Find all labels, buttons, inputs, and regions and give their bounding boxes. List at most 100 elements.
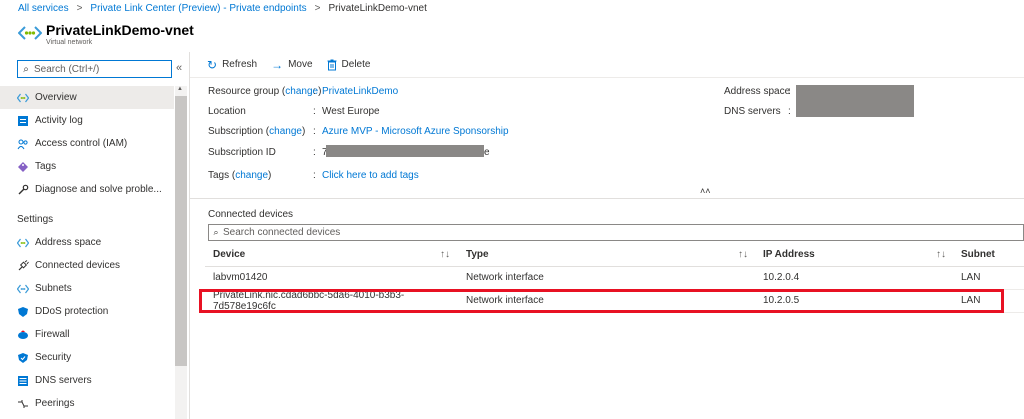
subscription-label: Subscription [208,126,264,137]
sidebar-item-label: Peerings [35,398,75,409]
sidebar-scrollbar[interactable]: ▲ [175,86,187,419]
scrollbar-thumb[interactable] [175,96,187,366]
breadcrumb-private-link-center[interactable]: Private Link Center (Preview) - Private … [90,3,306,18]
cell-ip: 10.2.0.4 [758,266,956,290]
scroll-up-icon[interactable]: ▲ [177,86,183,92]
column-header-label: Type [466,249,489,261]
delete-button[interactable]: Delete [327,59,370,71]
trash-icon [327,59,337,70]
sidebar-item-label: Connected devices [35,260,121,271]
refresh-button[interactable]: ↻ Refresh [207,58,257,72]
subscription-value[interactable]: Azure MVP - Microsoft Azure Sponsorship [322,126,509,137]
column-header-type[interactable]: Type ↑↓ [460,244,758,267]
sidebar-search-input[interactable] [34,63,166,75]
sort-icon[interactable]: ↑↓ [738,249,748,260]
sidebar-item-overview[interactable]: Overview [0,86,174,109]
colon: : [313,170,316,181]
search-icon: ⌕ [213,227,219,237]
collapse-sidebar-icon[interactable]: « [176,62,182,74]
move-button[interactable]: → Move [271,58,312,72]
connected-devices-search-input[interactable] [223,227,1003,238]
sidebar-item-label: Activity log [35,115,83,126]
sidebar-item-label: Overview [35,92,77,103]
resource-group-value[interactable]: PrivateLinkDemo [322,86,398,97]
location-value: West Europe [322,106,380,117]
sort-icon[interactable]: ↑↓ [440,249,450,260]
column-header-label: IP Address [763,249,815,261]
table-header-row: Device ↑↓ Type ↑↓ IP Address ↑↓ Subnet [205,244,1024,267]
colon: : [788,86,791,97]
dns-icon [18,375,28,386]
people-icon [17,139,28,149]
sidebar-item-label: DDoS protection [35,306,109,317]
column-header-subnet[interactable]: Subnet [956,244,1024,267]
sidebar: ⌕ « Overview Activity log Access control… [0,52,190,419]
column-header-device[interactable]: Device ↑↓ [205,244,460,267]
dns-servers-label: DNS servers [724,106,781,117]
sidebar-item-ddos-protection[interactable]: DDoS protection [0,300,174,323]
sidebar-search[interactable]: ⌕ [17,60,172,78]
refresh-icon: ↻ [207,57,218,72]
tags-label-wrap: Tags (change) [208,170,272,181]
highlight-annotation-box [199,289,1004,313]
resource-header: PrivateLinkDemo-vnet Virtual network [0,18,1024,50]
sidebar-item-subnets[interactable]: Subnets [0,277,174,300]
breadcrumb: All services > Private Link Center (Prev… [0,0,1024,18]
address-space-redaction [796,85,914,117]
wrench-icon [18,184,29,194]
connected-devices-title: Connected devices [208,209,294,220]
sidebar-item-address-space[interactable]: Address space [0,231,174,254]
search-icon: ⌕ [23,63,29,75]
resource-group-label: Resource group [208,86,280,97]
colon: : [788,106,791,117]
peering-icon [18,399,28,408]
breadcrumb-current: PrivateLinkDemo-vnet [328,3,427,14]
sidebar-item-dns-servers[interactable]: DNS servers [0,369,174,392]
sidebar-item-label: DNS servers [35,375,92,386]
sidebar-item-label: Address space [35,237,102,248]
colon: : [313,147,316,158]
cell-type: Network interface [460,266,758,290]
sidebar-item-diagnose[interactable]: Diagnose and solve proble... [0,178,174,201]
firewall-icon [18,330,28,339]
activity-log-icon [18,115,28,126]
tags-label: Tags [208,170,230,181]
sidebar-item-access-control[interactable]: Access control (IAM) [0,132,174,155]
plug-icon [18,259,29,270]
divider [190,198,1024,199]
sort-icon[interactable]: ↑↓ [936,249,946,260]
add-tags-link[interactable]: Click here to add tags [322,170,419,181]
sidebar-item-connected-devices[interactable]: Connected devices [0,254,174,277]
breadcrumb-all-services[interactable]: All services [18,3,69,18]
address-space-label: Address space [724,86,791,97]
sidebar-item-label: Firewall [35,329,70,340]
subscription-id-suffix: e [484,147,490,158]
connected-devices-search[interactable]: ⌕ [208,224,1024,241]
location-label: Location [208,106,246,117]
change-tags-link[interactable]: change [235,170,268,181]
table-row[interactable]: labvm01420 Network interface 10.2.0.4 LA… [205,266,1024,290]
breadcrumb-separator: > [76,3,83,14]
sidebar-item-activity-log[interactable]: Activity log [0,109,174,132]
arrow-right-icon: → [271,57,284,72]
subscription-label-wrap: Subscription (change) [208,126,306,137]
subscription-id-redaction [326,145,484,157]
vnet-icon [17,238,29,247]
cell-subnet: LAN [956,266,1024,290]
sidebar-item-label: Subnets [35,283,72,294]
page-subtitle: Virtual network [46,39,93,46]
sidebar-section-settings: Settings [17,213,54,225]
sidebar-item-security[interactable]: Security [0,346,174,369]
sidebar-nav: Overview Activity log Access control (IA… [0,86,174,415]
column-header-ip-address[interactable]: IP Address ↑↓ [758,244,956,267]
collapse-essentials-icon[interactable]: ˄˄ [700,186,711,196]
page-title: PrivateLinkDemo-vnet [46,22,194,38]
sidebar-item-firewall[interactable]: Firewall [0,323,174,346]
tag-icon [18,161,28,172]
vnet-icon [17,93,29,102]
sidebar-item-tags[interactable]: Tags [0,155,174,178]
sidebar-item-peerings[interactable]: Peerings [0,392,174,415]
colon: : [313,126,316,137]
change-subscription-link[interactable]: change [269,126,302,137]
sidebar-item-label: Access control (IAM) [35,138,128,149]
